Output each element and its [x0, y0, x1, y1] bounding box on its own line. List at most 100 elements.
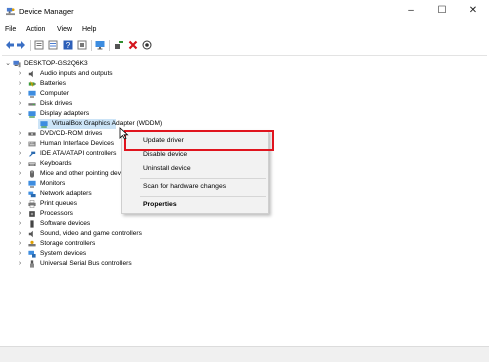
battery-icon — [28, 81, 36, 87]
menu-scan-hardware[interactable]: Scan for hardware changes — [122, 180, 268, 193]
system-devices-icon — [28, 250, 36, 258]
menu-item-label: Properties — [143, 201, 177, 208]
tree-item-label: Computer — [40, 90, 69, 97]
forward-arrow-icon[interactable] — [16, 40, 26, 50]
software-device-icon — [30, 220, 34, 228]
tree-root-label: DESKTOP-GS2Q6K3 — [24, 60, 88, 67]
chevron-right-icon[interactable]: › — [17, 129, 23, 139]
back-arrow-icon[interactable] — [5, 40, 15, 50]
ide-controller-icon — [28, 151, 36, 157]
menu-file[interactable]: File — [5, 24, 16, 36]
chevron-right-icon[interactable]: › — [17, 259, 23, 269]
toolbar: ? — [0, 38, 489, 53]
help-icon[interactable]: ? — [63, 40, 73, 50]
chevron-right-icon[interactable]: › — [17, 229, 23, 239]
menu-item-label: Scan for hardware changes — [143, 183, 227, 190]
maximize-button[interactable]: ☐ — [429, 4, 455, 18]
disk-drive-icon — [28, 103, 36, 106]
highlight-box — [124, 130, 274, 151]
menu-separator — [140, 178, 266, 179]
chevron-right-icon[interactable]: › — [17, 199, 23, 209]
tree-item-batteries[interactable]: › Batteries — [2, 79, 482, 89]
device-manager-icon — [6, 7, 15, 16]
menu-view[interactable]: View — [57, 24, 72, 36]
toolbar-separator — [30, 40, 31, 51]
chevron-right-icon[interactable]: › — [17, 139, 23, 149]
chevron-right-icon[interactable]: › — [17, 89, 23, 99]
tree-item-sound[interactable]: › Sound, video and game controllers — [2, 229, 482, 239]
tree-item-label: Audio inputs and outputs — [40, 70, 113, 77]
tree-item-label: Storage controllers — [40, 240, 96, 247]
chevron-right-icon[interactable]: › — [17, 159, 23, 169]
chevron-right-icon[interactable]: › — [17, 179, 23, 189]
tree-item-label: Human Interface Devices — [40, 140, 115, 147]
properties-icon[interactable] — [34, 40, 44, 50]
title-bar: Device Manager – ☐ ✕ — [0, 0, 489, 22]
chevron-right-icon[interactable]: › — [17, 69, 23, 79]
chevron-right-icon[interactable]: › — [17, 79, 23, 89]
close-button[interactable]: ✕ — [460, 4, 486, 18]
menu-action[interactable]: Action — [26, 24, 45, 36]
toolbar-separator — [91, 40, 92, 51]
chevron-down-icon[interactable]: ⌄ — [5, 59, 11, 69]
mouse-cursor-icon — [119, 127, 129, 140]
tree-item-label: Batteries — [40, 80, 67, 87]
chevron-right-icon[interactable]: › — [17, 189, 23, 199]
speaker-icon — [28, 70, 33, 78]
tree-item-system-devices[interactable]: › System devices — [2, 249, 482, 259]
tree-item-label: Processors — [40, 210, 73, 217]
chevron-right-icon[interactable]: › — [17, 249, 23, 259]
add-driver-icon[interactable] — [114, 40, 124, 50]
monitor-icon[interactable] — [95, 40, 105, 50]
storage-controller-icon — [28, 240, 36, 247]
minimize-button[interactable]: – — [398, 4, 424, 18]
chevron-right-icon[interactable]: › — [17, 169, 23, 179]
chevron-right-icon[interactable]: › — [17, 149, 23, 159]
tree-item-computer[interactable]: › Computer — [2, 89, 482, 99]
tree-item-virtualbox-graphics[interactable]: VirtualBox Graphics Adapter (WDDM) — [2, 119, 482, 129]
tree-item-label: Display adapters — [40, 110, 90, 117]
tree-item-label: Mice and other pointing devices — [40, 170, 133, 177]
tree-item-label: Network adapters — [40, 190, 92, 197]
dvd-drive-icon — [28, 132, 36, 136]
chevron-down-icon[interactable]: ⌄ — [17, 109, 23, 119]
tree-item-label: Disk drives — [40, 100, 73, 107]
menu-help[interactable]: Help — [82, 24, 96, 36]
tree-item-label: System devices — [40, 250, 87, 257]
download-icon[interactable] — [142, 40, 152, 50]
computer-icon — [13, 60, 21, 68]
chevron-right-icon[interactable]: › — [17, 209, 23, 219]
tree-item-usb[interactable]: › Universal Serial Bus controllers — [2, 259, 482, 269]
keyboard-icon — [28, 162, 36, 166]
display-adapter-icon — [40, 121, 48, 128]
display-adapter-icon — [28, 111, 36, 118]
mouse-icon — [30, 170, 34, 178]
tree-item-disk-drives[interactable]: › Disk drives — [2, 99, 482, 109]
list-view-icon[interactable] — [48, 40, 58, 50]
status-bar — [0, 346, 489, 362]
menu-properties[interactable]: Properties — [122, 198, 268, 211]
tree-item-label: VirtualBox Graphics Adapter (WDDM) — [52, 120, 163, 127]
tree-item-storage[interactable]: › Storage controllers — [2, 239, 482, 249]
chevron-right-icon[interactable]: › — [17, 99, 23, 109]
tree-item-label: Keyboards — [40, 160, 72, 167]
tree-item-display-adapters[interactable]: ⌄ Display adapters — [2, 109, 482, 119]
tree-item-label: Sound, video and game controllers — [40, 230, 142, 237]
tree-item-software-devices[interactable]: › Software devices — [2, 219, 482, 229]
window-title: Device Manager — [19, 7, 74, 16]
menu-item-label: Uninstall device — [143, 165, 191, 172]
tree-item-label: DVD/CD-ROM drives — [40, 130, 103, 137]
speaker-icon — [28, 230, 33, 238]
toolbar-separator — [109, 40, 110, 51]
chevron-right-icon[interactable]: › — [17, 239, 23, 249]
svg-text:?: ? — [66, 41, 71, 50]
tree-item-audio[interactable]: › Audio inputs and outputs — [2, 69, 482, 79]
tree-root[interactable]: ⌄ DESKTOP-GS2Q6K3 — [2, 59, 482, 69]
chevron-right-icon[interactable]: › — [17, 219, 23, 229]
device-view-icon[interactable] — [77, 40, 87, 50]
tree-item-label: Universal Serial Bus controllers — [40, 260, 132, 267]
remove-device-icon[interactable] — [128, 40, 138, 50]
menu-uninstall-device[interactable]: Uninstall device — [122, 162, 268, 175]
tree-item-label: Monitors — [40, 180, 66, 187]
usb-icon — [30, 260, 34, 268]
